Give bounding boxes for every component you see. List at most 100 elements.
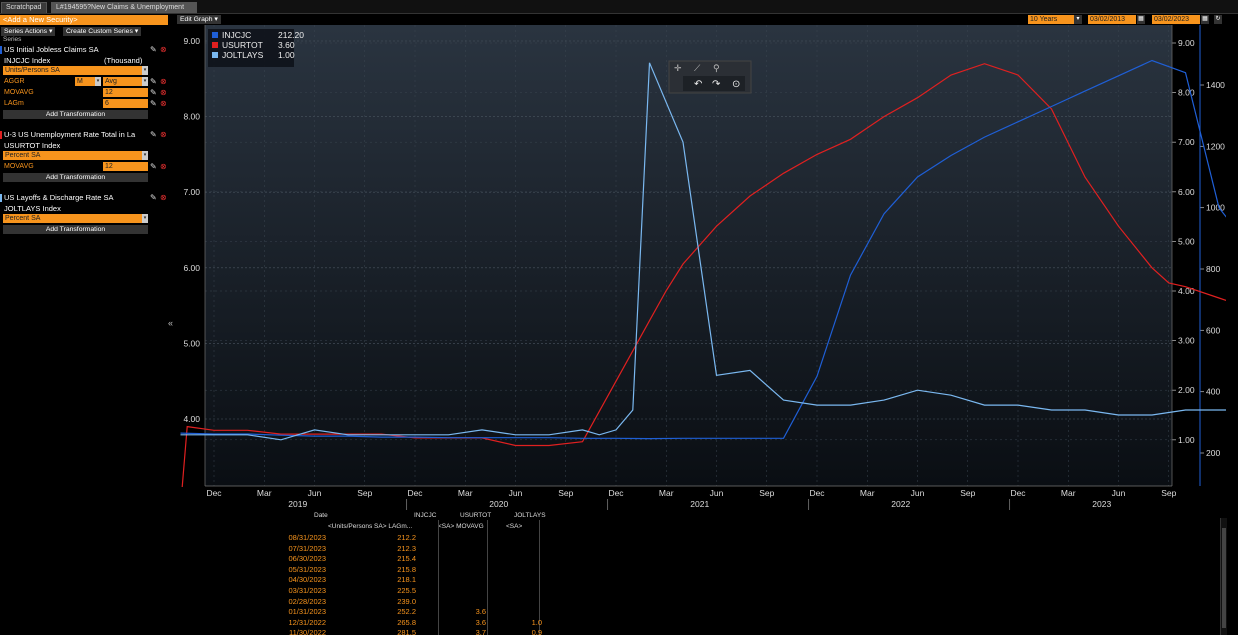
draw-line-icon[interactable]: ⟋ [694, 64, 701, 74]
series-title-text: U-3 US Unemployment Rate Total in La [4, 130, 136, 139]
table-scrollbar[interactable] [1220, 518, 1227, 635]
table-row[interactable]: 05/31/2023 215.8 [176, 565, 544, 576]
aggr-method-value: Avg [105, 78, 117, 85]
series-ticker: INJCJC Index [4, 56, 51, 65]
table-row[interactable]: 01/31/2023 252.2 3.6 [176, 607, 544, 618]
cell-date: 04/30/2023 [288, 575, 326, 585]
x-axis-tick-label: Jun [1112, 488, 1126, 498]
right-outer-axis-tick-label: 600 [1206, 325, 1220, 335]
tab-scratchpad[interactable]: Scratchpad [1, 2, 47, 13]
series-actions-button[interactable]: Series Actions ▾ [1, 27, 56, 36]
chevron-down-icon: ▾ [214, 16, 218, 23]
x-axis-year-label: 2023 [1092, 499, 1111, 509]
series-color-swatch [0, 194, 2, 202]
remove-icon[interactable]: ⊗ [160, 88, 167, 97]
remove-icon[interactable]: ⊗ [160, 45, 167, 54]
add-transformation-button[interactable]: Add Transformation [3, 225, 148, 234]
x-axis-year-label: 2019 [288, 499, 307, 509]
pencil-icon[interactable]: ✎ [150, 99, 157, 108]
end-date-input[interactable]: 03/02/2023 [1152, 15, 1200, 24]
tab-new-claims[interactable]: L#194595?New Claims & Unemployment [51, 2, 197, 13]
pencil-icon[interactable]: ✎ [150, 193, 157, 202]
chevron-down-icon: ▾ [142, 151, 148, 160]
remove-icon[interactable]: ⊗ [160, 193, 167, 202]
x-axis-year-label: 2021 [690, 499, 709, 509]
col-subheader-usurtot: <SA> MOVAVG [438, 523, 484, 530]
col-header-injcjc: INJCJC [414, 512, 437, 519]
scroll-thumb[interactable] [1222, 528, 1226, 628]
left-axis-tick-label: 6.00 [183, 263, 200, 273]
movavg-label: MOVAVG [4, 89, 34, 96]
x-axis-tick-label: Dec [206, 488, 222, 498]
magnifier-icon[interactable]: ⚲ [713, 64, 720, 74]
x-axis-tick-label: Sep [357, 488, 372, 498]
crosshair-icon[interactable]: ✛ [674, 64, 682, 74]
add-transformation-button[interactable]: Add Transformation [3, 173, 148, 182]
calendar-icon[interactable]: ▦ [1137, 15, 1145, 24]
movavg-input[interactable]: 12 [103, 88, 148, 97]
right-outer-axis-tick-label: 800 [1206, 264, 1220, 274]
calendar-icon[interactable]: ▦ [1201, 15, 1209, 24]
legend-series-name: INJCJC [222, 30, 251, 40]
remove-icon[interactable]: ⊗ [160, 130, 167, 139]
remove-icon[interactable]: ⊗ [160, 99, 167, 108]
table-row[interactable]: 04/30/2023 218.1 [176, 575, 544, 586]
undo-icon[interactable]: ↶ [694, 79, 702, 90]
series-ticker: USURTOT Index [4, 141, 61, 150]
pencil-icon[interactable]: ✎ [150, 130, 157, 139]
pencil-icon[interactable]: ✎ [150, 45, 157, 54]
series-color-swatch [0, 46, 2, 54]
create-custom-series-button[interactable]: Create Custom Series ▾ [63, 27, 142, 36]
remove-icon[interactable]: ⊗ [160, 162, 167, 171]
movavg-input[interactable]: 12 [103, 162, 148, 171]
left-axis-tick-label: 4.00 [183, 414, 200, 424]
start-date-input[interactable]: 03/02/2013 [1088, 15, 1136, 24]
table-row[interactable]: 02/28/2023 239.0 [176, 597, 544, 608]
x-axis-tick-label: Sep [558, 488, 573, 498]
table-row[interactable]: 07/31/2023 212.3 [176, 544, 544, 555]
x-axis-tick-label: Jun [911, 488, 925, 498]
units-value: Percent SA [5, 215, 41, 222]
aggr-method-select[interactable]: Avg ▾ [103, 77, 148, 86]
x-axis-year-label: 2022 [891, 499, 910, 509]
table-row[interactable]: 11/30/2022 281.5 3.7 0.9 [176, 628, 544, 635]
chart-svg[interactable]: 4.005.006.007.008.009.001.002.003.004.00… [176, 25, 1238, 510]
series-block-injcjc: US Initial Jobless Claims SA ✎ ⊗ INJCJC … [0, 45, 170, 125]
lag-input[interactable]: 6 [103, 99, 148, 108]
table-row[interactable]: 03/31/2023 225.5 [176, 586, 544, 597]
cell-injcjc: 281.5 [397, 628, 416, 635]
chart-area[interactable]: 4.00 5.00 6.00 7.00 8.00 9.00 1.00 2.00 3.00 4.00… [176, 25, 1238, 510]
add-transformation-button[interactable]: Add Transformation [3, 110, 148, 119]
units-select[interactable]: Units/Persons SA ▾ [3, 66, 148, 75]
units-select[interactable]: Percent SA ▾ [3, 214, 148, 223]
left-axis-tick-label: 8.00 [183, 112, 200, 122]
cell-date: 12/31/2022 [288, 617, 326, 627]
aggr-freq-select[interactable]: M ▾ [75, 77, 101, 86]
x-axis-tick-label: Sep [1161, 488, 1176, 498]
range-select[interactable]: 10 Years [1028, 15, 1074, 24]
pencil-icon[interactable]: ✎ [150, 77, 157, 86]
edit-graph-button[interactable]: Edit Graph ▾ [177, 15, 221, 24]
units-select[interactable]: Percent SA ▾ [3, 151, 148, 160]
pencil-icon[interactable]: ✎ [150, 88, 157, 97]
chevron-down-icon[interactable]: ▾ [1074, 15, 1082, 24]
col-header-joltlays: JOLTLAYS [514, 512, 546, 519]
x-axis-year-label: 2020 [489, 499, 508, 509]
cell-date: 02/28/2023 [288, 596, 326, 606]
table-row[interactable]: 12/31/2022 265.8 3.6 1.0 [176, 618, 544, 629]
table-row[interactable]: 06/30/2023 215.4 [176, 554, 544, 565]
collapse-panel-icon[interactable]: « [168, 318, 173, 328]
pencil-icon[interactable]: ✎ [150, 162, 157, 171]
add-security-input[interactable]: <Add a New Security> [0, 15, 168, 25]
right-inner-axis-tick-label: 6.00 [1178, 187, 1195, 197]
right-inner-axis-tick-label: 9.00 [1178, 38, 1195, 48]
redo-icon[interactable]: ↷ [712, 79, 721, 90]
remove-icon[interactable]: ⊗ [160, 77, 167, 86]
tab-bar: Scratchpad L#194595?New Claims & Unemplo… [0, 0, 1238, 14]
x-axis-tick-label: Dec [407, 488, 423, 498]
right-outer-axis-tick-label: 1200 [1206, 141, 1225, 151]
table-row[interactable]: 08/31/2023 212.2 [176, 533, 544, 544]
left-axis-tick-label: 9.00 [183, 36, 200, 46]
refresh-icon[interactable]: ↻ [1214, 15, 1222, 24]
reset-icon[interactable]: ⊙ [732, 79, 740, 90]
